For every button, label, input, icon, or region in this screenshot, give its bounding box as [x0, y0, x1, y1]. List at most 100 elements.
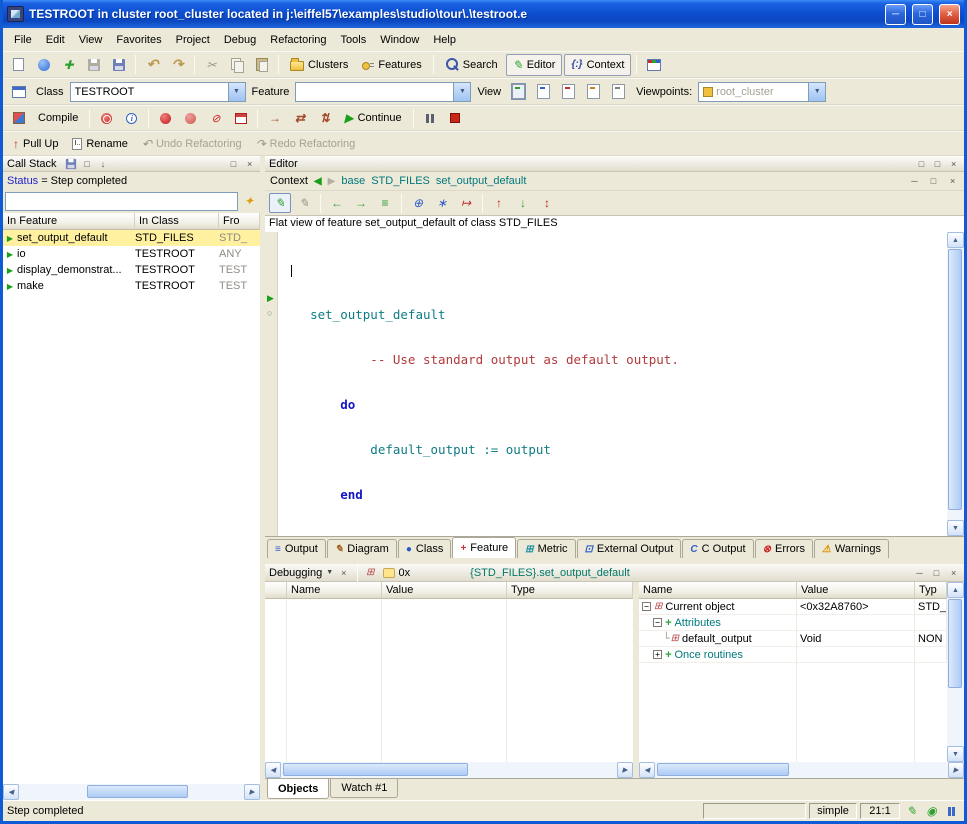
watch-table-body[interactable] — [265, 599, 633, 762]
menu-item-refactoring[interactable]: Refactoring — [263, 31, 333, 49]
class-combobox[interactable]: TESTROOT ▼ — [70, 82, 246, 102]
step-over-button[interactable]: ⇄ — [288, 107, 311, 129]
call-stack-row[interactable]: ▶ make TESTROOT TEST — [3, 278, 260, 294]
new-window-button[interactable] — [7, 54, 30, 76]
new-development-window-button[interactable] — [642, 54, 665, 76]
menu-item-file[interactable]: File — [7, 31, 39, 49]
disable-breakpoints-button[interactable] — [179, 107, 202, 129]
clusters-button[interactable]: Clusters — [284, 54, 354, 76]
call-stack-maximize-button[interactable]: □ — [227, 158, 240, 170]
undo-button[interactable]: ↶ — [141, 54, 164, 76]
editor-tool-button[interactable]: ✎ Editor — [506, 54, 563, 76]
clickable-view-button[interactable] — [532, 81, 555, 103]
open-file-button[interactable] — [32, 54, 55, 76]
tab-watch-1[interactable]: Watch #1 — [330, 779, 398, 798]
call-stack-row[interactable]: ▶ io TESTROOT ANY — [3, 246, 260, 262]
scroll-left-button[interactable]: ◀ — [3, 784, 19, 800]
breadcrumb-class[interactable]: STD_FILES — [371, 175, 430, 187]
tab-warnings[interactable]: ⚠Warnings — [814, 539, 889, 558]
object-grid-button[interactable]: ⊞ — [365, 567, 378, 579]
continue-button[interactable]: ▶ Continue — [338, 107, 407, 129]
editor-maximize-button[interactable]: □ — [931, 158, 944, 170]
watch-expression-icon[interactable] — [383, 568, 395, 578]
editor-restore-button[interactable]: □ — [915, 158, 928, 170]
go-to-definition-button[interactable]: ↦ — [455, 193, 477, 213]
column-header-type[interactable]: Typ — [915, 582, 947, 599]
scroll-left-button[interactable]: ◀ — [265, 762, 281, 778]
code-line[interactable] — [280, 262, 947, 277]
tab-diagram[interactable]: ✎Diagram — [327, 539, 397, 558]
scrollbar-thumb[interactable] — [283, 763, 468, 776]
save-all-button[interactable] — [107, 54, 130, 76]
debugging-header[interactable]: Debugging ▼ × ⊞ 0x {STD_FILES}.set_outpu… — [265, 564, 964, 582]
title-bar[interactable]: TESTROOT in cluster root_cluster located… — [3, 0, 964, 28]
edit-status-button[interactable]: ✎ — [903, 803, 920, 819]
cut-button[interactable]: ✂ — [200, 54, 223, 76]
viewpoints-combobox-arrow-icon[interactable]: ▼ — [808, 83, 825, 101]
menu-item-window[interactable]: Window — [373, 31, 426, 49]
debugging-title[interactable]: Debugging — [269, 567, 322, 579]
scroll-right-button[interactable]: ▶ — [617, 762, 633, 778]
add-class-button[interactable]: ✚ — [57, 54, 80, 76]
open-feature-button[interactable]: ∗ — [431, 193, 453, 213]
object-tree-row[interactable]: └ ⊞ default_output Void NON — [639, 631, 947, 647]
expand-icon[interactable]: + — [653, 650, 662, 659]
stop-button[interactable] — [444, 107, 467, 129]
paste-button[interactable] — [250, 54, 273, 76]
dock-button[interactable]: ↓ — [97, 158, 110, 170]
objects-table-body[interactable] — [639, 663, 947, 762]
column-header-type[interactable]: Type — [507, 582, 633, 599]
pull-up-button[interactable]: ↑ Pull Up — [7, 133, 64, 155]
scrollbar-track[interactable] — [281, 762, 617, 778]
collapse-icon[interactable]: − — [653, 618, 662, 627]
breadcrumb-feature[interactable]: set_output_default — [436, 175, 527, 187]
scrollbar-track[interactable] — [19, 784, 244, 800]
context-close-button[interactable]: × — [946, 175, 959, 187]
compile-button[interactable]: Compile — [32, 107, 84, 129]
debugging-close-button[interactable]: × — [947, 567, 960, 579]
debugging-close-button[interactable]: × — [337, 567, 350, 579]
step-into-button[interactable]: → — [263, 107, 286, 129]
stack-options-button[interactable]: ✦ — [240, 192, 258, 210]
scroll-down-button[interactable]: ▼ — [947, 520, 964, 536]
watch-horizontal-scrollbar[interactable]: ◀ ▶ — [265, 762, 633, 778]
editor-close-button[interactable]: × — [947, 158, 960, 170]
tab-errors[interactable]: ⊗Errors — [755, 539, 813, 558]
contract-view-button[interactable] — [582, 81, 605, 103]
scroll-down-button[interactable]: ▼ — [947, 746, 964, 762]
call-stack-header[interactable]: Call Stack □ ↓ □ × — [3, 156, 260, 172]
column-header-from[interactable]: Fro — [219, 213, 260, 230]
scroll-up-button[interactable]: ▲ — [947, 582, 964, 598]
search-button[interactable]: Search — [439, 54, 504, 76]
scroll-right-button[interactable]: ▶ — [948, 762, 964, 778]
address-history-button[interactable]: ≡ — [374, 193, 396, 213]
column-header-value[interactable]: Value — [382, 582, 507, 599]
hex-format-label[interactable]: 0x — [399, 567, 411, 579]
editor-margin[interactable]: ▶ ○ — [265, 232, 278, 536]
call-stack-filter-input[interactable] — [5, 192, 238, 211]
column-header-name[interactable]: Name — [287, 582, 382, 599]
feature-combobox[interactable]: ▼ — [295, 82, 471, 102]
tab-external-output[interactable]: ⊡External Output — [577, 539, 682, 558]
scroll-left-button[interactable]: ◀ — [639, 762, 655, 778]
history-forward-icon[interactable]: ▶ — [328, 176, 336, 187]
call-stack-close-button[interactable]: × — [243, 158, 256, 170]
call-stack-row[interactable]: ▶ set_output_default STD_FILES STD_ — [3, 230, 260, 246]
class-combobox-arrow-icon[interactable]: ▼ — [228, 83, 245, 101]
show-ancestors-button[interactable]: ↑ — [488, 193, 510, 213]
debug-info-button[interactable]: i — [120, 107, 143, 129]
code-line[interactable]: set_output_default — [280, 307, 947, 322]
melt-button[interactable] — [7, 107, 30, 129]
editor-header[interactable]: Editor □ □ × — [265, 156, 964, 172]
column-header-name[interactable]: Name — [639, 582, 797, 599]
tab-feature[interactable]: +Feature — [452, 537, 516, 558]
editor-vertical-scrollbar[interactable]: ▲ ▼ — [947, 232, 964, 536]
debugging-maximize-button[interactable]: □ — [930, 567, 943, 579]
show-descendants-button[interactable]: ↓ — [512, 193, 534, 213]
save-call-stack-button[interactable] — [64, 158, 78, 170]
minimize-button[interactable]: ─ — [885, 4, 906, 25]
redo-button[interactable]: ↷ — [166, 54, 189, 76]
context-tool-button[interactable]: {:} Context — [564, 54, 631, 76]
edit-feature-button[interactable]: ✎ — [269, 193, 291, 213]
debugging-minimize-button[interactable]: ─ — [913, 567, 926, 579]
